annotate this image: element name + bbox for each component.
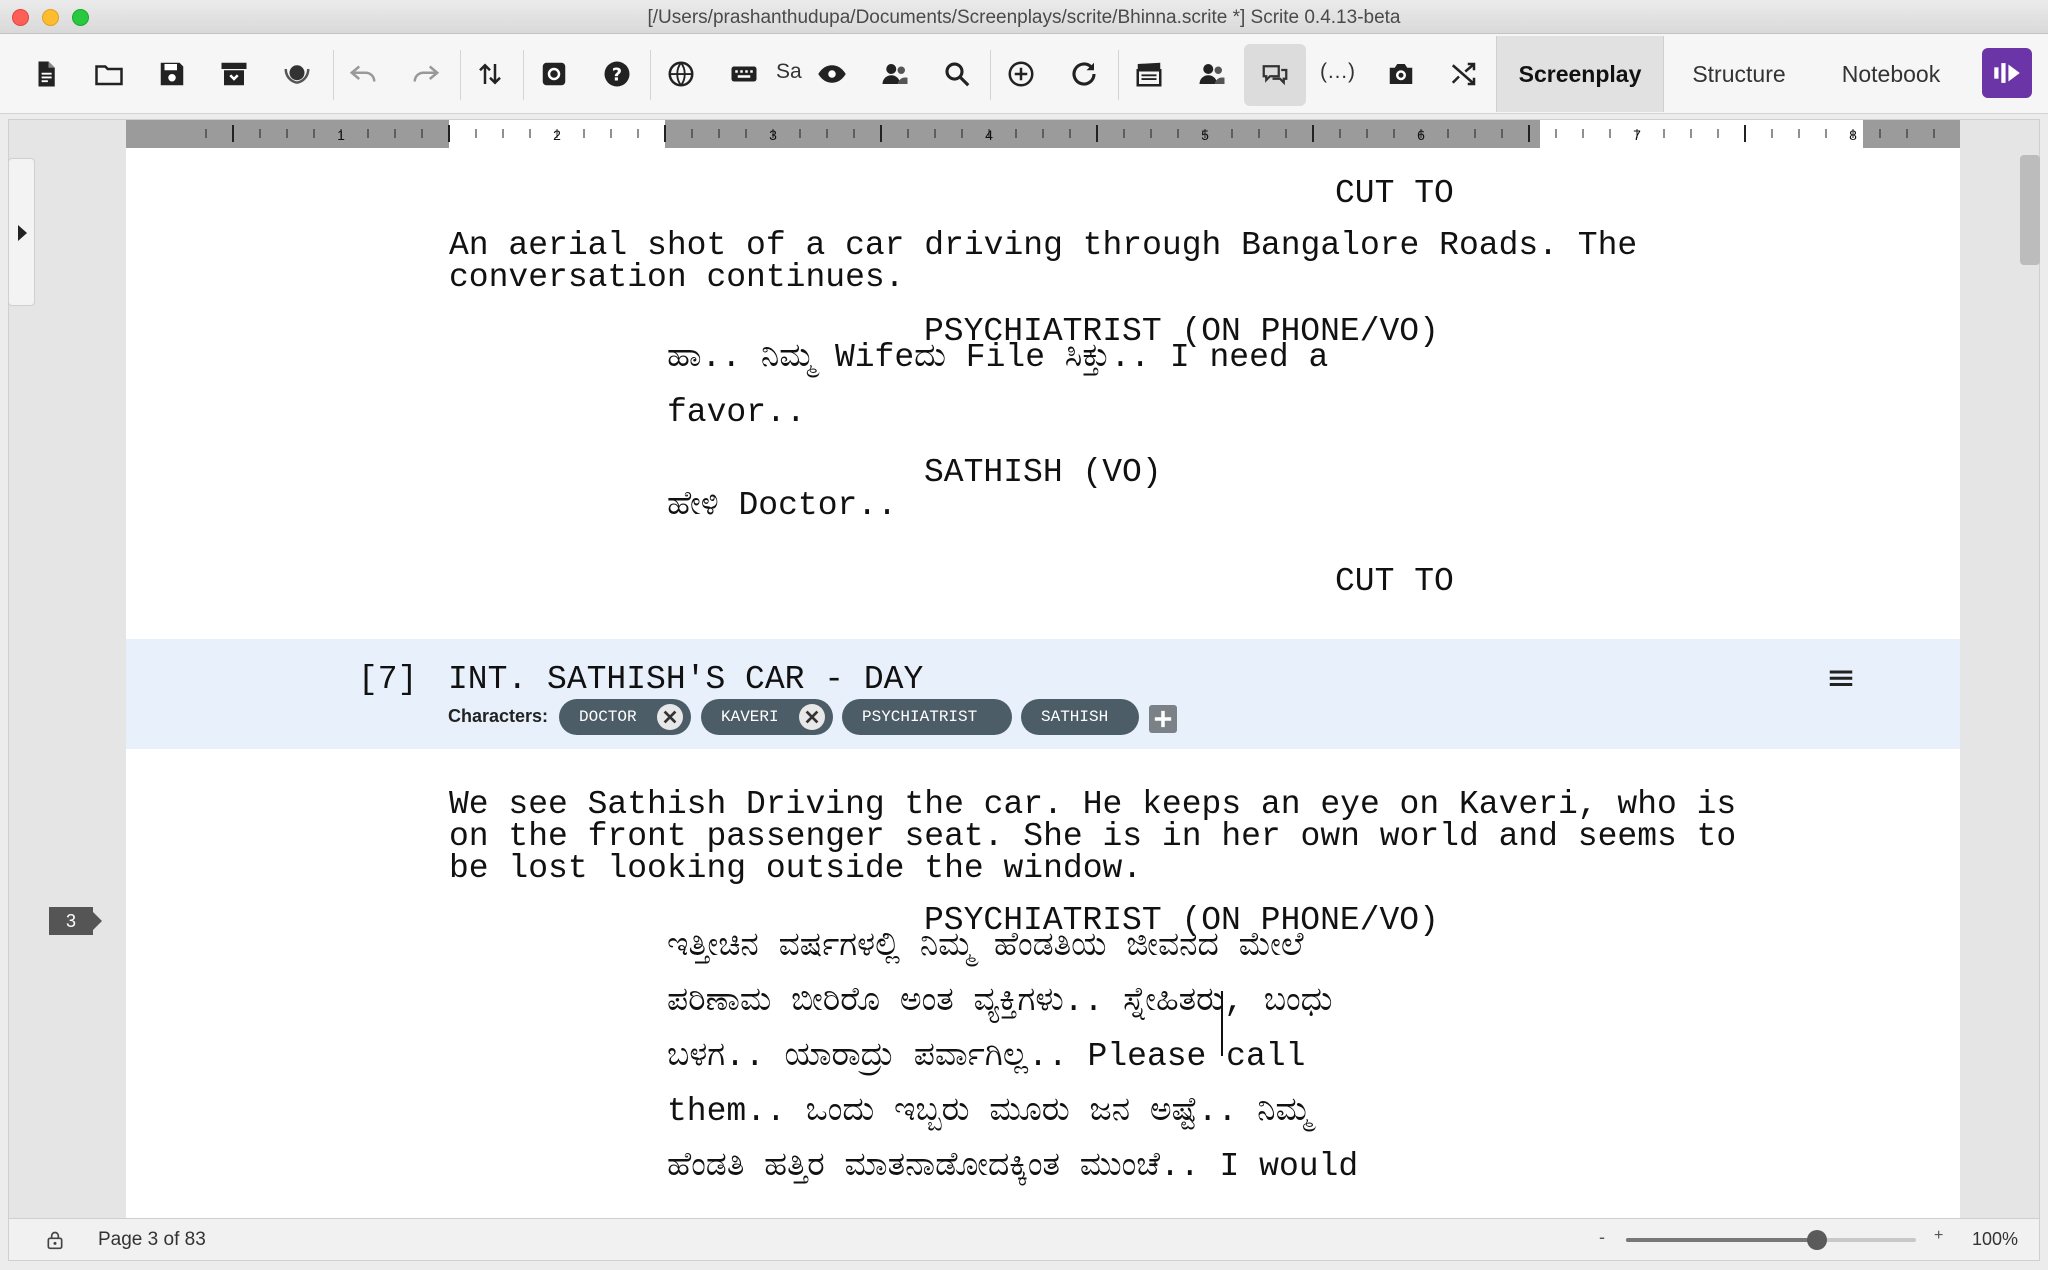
character-report-icon[interactable]	[1190, 52, 1234, 96]
import-export-icon[interactable]	[468, 52, 512, 96]
ruler-number: 4	[985, 127, 993, 143]
main-toolbar: ? Sa (…) Screenplay Structure Notebook	[0, 34, 2048, 114]
open-folder-icon[interactable]	[87, 52, 131, 96]
scene-list-toggle[interactable]	[8, 158, 35, 306]
remove-chip-icon[interactable]	[799, 704, 825, 730]
redo-icon[interactable]	[404, 52, 448, 96]
awards-icon[interactable]	[275, 52, 319, 96]
ruler-number: 1	[337, 127, 345, 143]
character-chip-sathish[interactable]: SATHISH	[1021, 699, 1139, 735]
chip-label: DOCTOR	[579, 708, 637, 726]
character-chip-psychiatrist[interactable]: PSYCHIATRIST	[842, 699, 1012, 735]
undo-icon[interactable]	[341, 52, 385, 96]
screenshot-icon[interactable]	[1379, 52, 1423, 96]
language-icon[interactable]	[659, 52, 703, 96]
scene-number: [7]	[358, 661, 418, 698]
transition-line[interactable]: CUT TO	[1335, 177, 1454, 210]
ruler-number: 8	[1849, 127, 1857, 143]
ruler-number: 7	[1633, 127, 1641, 143]
chip-label: KAVERI	[721, 708, 779, 726]
zoom-slider-fill	[1626, 1238, 1818, 1242]
ruler-number: 5	[1201, 127, 1209, 143]
add-character-button[interactable]	[1149, 705, 1177, 733]
text-cursor	[1221, 991, 1223, 1056]
remove-chip-icon[interactable]	[657, 704, 683, 730]
zoom-out-button[interactable]: -	[1599, 1227, 1605, 1248]
tab-notebook[interactable]: Notebook	[1814, 36, 1968, 112]
tab-structure[interactable]: Structure	[1666, 36, 1812, 112]
scrite-logo-icon[interactable]	[1982, 48, 2032, 98]
ruler-number: 3	[769, 127, 777, 143]
zoom-level: 100%	[1972, 1229, 2019, 1249]
ruler-number: 6	[1417, 127, 1425, 143]
screenplay-page[interactable]: CUT TO An aerial shot of a car driving t…	[126, 148, 1960, 1218]
characters-label: Characters:	[448, 706, 549, 726]
settings-icon[interactable]	[532, 52, 576, 96]
ruler-ticks: 1 2 3 4 5 6 7 8	[205, 125, 1935, 143]
chip-label: PSYCHIATRIST	[862, 708, 978, 726]
hamburger-menu-icon[interactable]	[1826, 663, 1856, 693]
expand-arrow-icon	[18, 225, 27, 241]
tab-screenplay[interactable]: Screenplay	[1496, 36, 1664, 112]
search-icon[interactable]	[935, 52, 979, 96]
dialogue-paragraph[interactable]: ಹಾ.. ನಿಮ್ಮ Wifeದು File ಸಿಕ್ತು.. I need a…	[667, 330, 1328, 440]
character-line[interactable]: SATHISH (VO)	[924, 456, 1162, 489]
toolbar-separator	[990, 50, 991, 100]
keyboard-icon[interactable]	[722, 52, 766, 96]
parenthetical-button[interactable]: (…)	[1320, 60, 1355, 84]
svg-text:?: ?	[612, 65, 622, 85]
action-paragraph[interactable]: We see Sathish Driving the car. He keeps…	[449, 788, 1736, 885]
characters-icon[interactable]	[873, 52, 917, 96]
ruler-number: 2	[553, 127, 561, 143]
zoom-slider-handle[interactable]	[1807, 1230, 1828, 1250]
new-file-icon[interactable]	[24, 52, 68, 96]
archive-icon[interactable]	[212, 52, 256, 96]
eye-icon[interactable]	[810, 52, 854, 96]
zoom-in-button[interactable]: +	[1934, 1227, 1943, 1245]
ruler[interactable]: 1 2 3 4 5 6 7 8	[126, 120, 1960, 148]
add-scene-icon[interactable]	[999, 52, 1043, 96]
toolbar-separator	[333, 50, 334, 100]
shuffle-icon[interactable]	[1442, 52, 1486, 96]
save-icon[interactable]	[150, 52, 194, 96]
action-paragraph[interactable]: An aerial shot of a car driving through …	[449, 229, 1637, 294]
page-count: Page 3 of 83	[98, 1229, 206, 1250]
window-title: [/Users/prashanthudupa/Documents/Screenp…	[647, 7, 1401, 28]
scene-header[interactable]: [7] INT. SATHISH'S CAR - DAY Characters:…	[126, 639, 1960, 749]
dialogue-paragraph[interactable]: ಹೇಳಿ Doctor..	[667, 489, 897, 522]
refresh-icon[interactable]	[1062, 52, 1106, 96]
toolbar-separator	[1118, 50, 1119, 100]
character-chip-kaveri[interactable]: KAVERI	[701, 699, 833, 735]
page-number-marker: 3	[49, 907, 102, 935]
help-icon[interactable]: ?	[595, 52, 639, 96]
lock-icon[interactable]	[45, 1229, 65, 1251]
transition-line[interactable]: CUT TO	[1335, 565, 1454, 598]
chip-label: SATHISH	[1041, 708, 1109, 726]
status-bar: Page 3 of 83 - + 100%	[8, 1219, 2040, 1261]
toolbar-separator	[460, 50, 461, 100]
dialogue-paragraph[interactable]: ಇತ್ತೀಚಿನ ವರ್ಷಗಳಲ್ಲಿ ನಿಮ್ಮ ಹೆಂಡತಿಯ ಜೀವನದ …	[667, 919, 1358, 1194]
title-bar: [/Users/prashanthudupa/Documents/Screenp…	[0, 0, 2048, 34]
comments-icon[interactable]	[1244, 44, 1306, 106]
clapperboard-icon[interactable]	[1127, 52, 1171, 96]
character-chip-doctor[interactable]: DOCTOR	[559, 699, 691, 735]
toolbar-separator	[650, 50, 651, 100]
zoom-slider[interactable]	[1626, 1230, 1916, 1250]
sample-text-button[interactable]: Sa	[776, 60, 802, 84]
vertical-scrollbar[interactable]	[2020, 155, 2040, 265]
scene-heading[interactable]: INT. SATHISH'S CAR - DAY	[448, 661, 923, 698]
toolbar-separator	[523, 50, 524, 100]
